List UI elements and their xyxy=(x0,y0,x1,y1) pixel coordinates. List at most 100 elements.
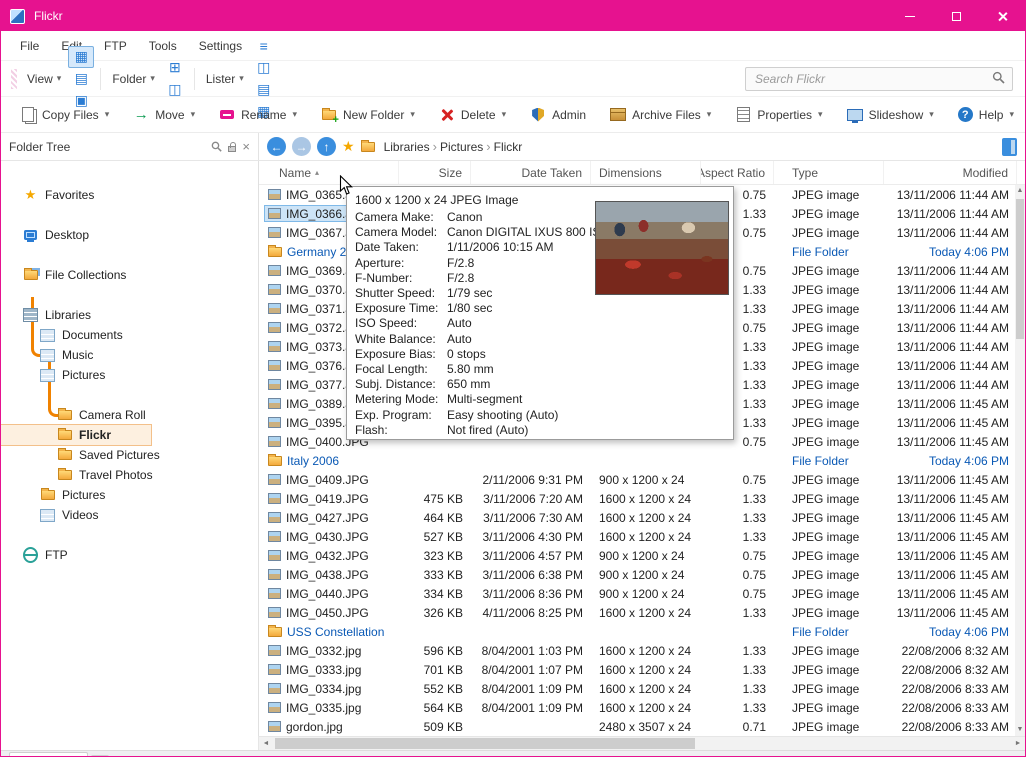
horizontal-scroll-thumb[interactable] xyxy=(275,738,695,749)
tree-item-desktop[interactable]: Desktop xyxy=(1,225,258,245)
column-header-aspect-ratio[interactable]: Aspect Ratio xyxy=(701,161,774,184)
file-name-cell[interactable]: IMG_0430.JPG xyxy=(259,527,399,546)
tree-item-file-collections[interactable]: File Collections xyxy=(1,265,258,285)
list-view-button[interactable]: ≡ xyxy=(251,35,277,57)
tree-item-flickr[interactable]: Flickr xyxy=(1,425,151,445)
breadcrumb-item-pictures[interactable]: Pictures xyxy=(437,138,486,156)
breadcrumb-item-libraries[interactable]: Libraries xyxy=(381,138,433,156)
vertical-scrollbar[interactable]: ▲ ▼ xyxy=(1015,185,1025,736)
minimize-button[interactable] xyxy=(887,1,933,31)
file-row[interactable]: IMG_0430.JPG527 KB3/11/2006 4:30 PM1600 … xyxy=(259,527,1015,546)
toolbar-button-admin[interactable]: Admin xyxy=(523,103,593,127)
tree-lock-icon[interactable] xyxy=(228,142,236,152)
lister-menu-button[interactable]: Lister ▾ xyxy=(200,68,250,90)
tree-item-music[interactable]: Music xyxy=(1,345,258,365)
tree-item-pictures[interactable]: Pictures xyxy=(1,485,258,505)
tree-item-saved-pictures[interactable]: Saved Pictures xyxy=(1,445,258,465)
tab-flickr[interactable]: Flickr xyxy=(9,752,88,757)
file-name-cell[interactable]: IMG_0332.jpg xyxy=(259,641,399,660)
file-row[interactable]: IMG_0438.JPG333 KB3/11/2006 6:38 PM900 x… xyxy=(259,565,1015,584)
toolbar-button-new-folder[interactable]: New Folder▾ xyxy=(314,103,422,127)
toolbar-button-archive-files[interactable]: Archive Files▾ xyxy=(603,103,718,127)
toolbar-button-properties[interactable]: Properties▾ xyxy=(728,103,829,127)
file-name-cell[interactable]: IMG_0409.JPG xyxy=(259,470,399,489)
menu-item-settings[interactable]: Settings xyxy=(188,34,253,58)
file-name-cell[interactable]: IMG_0335.jpg xyxy=(259,698,399,717)
column-header-name[interactable]: Name▴ xyxy=(259,161,399,184)
file-name-cell[interactable]: IMG_0333.jpg xyxy=(259,660,399,679)
file-row[interactable]: IMG_0333.jpg701 KB8/04/2001 1:07 PM1600 … xyxy=(259,660,1015,679)
file-name-cell[interactable]: IMG_0334.jpg xyxy=(259,679,399,698)
file-name-cell[interactable]: IMG_0427.JPG xyxy=(259,508,399,527)
toolbar-button-delete[interactable]: Delete▾ xyxy=(432,103,513,127)
scroll-down-arrow[interactable]: ▼ xyxy=(1015,724,1025,736)
forward-button[interactable]: → xyxy=(292,137,311,156)
file-row[interactable]: IMG_0334.jpg552 KB8/04/2001 1:09 PM1600 … xyxy=(259,679,1015,698)
folder-menu-button[interactable]: Folder ▾ xyxy=(106,68,161,90)
tree-item-travel-photos[interactable]: Travel Photos xyxy=(1,465,258,485)
details-view-button[interactable]: ▤ xyxy=(251,79,277,101)
file-row[interactable]: IMG_0409.JPG2/11/2006 9:31 PM900 x 1200 … xyxy=(259,470,1015,489)
thumbnails-button[interactable]: ▦ xyxy=(68,46,94,68)
file-name-cell[interactable]: IMG_0440.JPG xyxy=(259,584,399,603)
tree-item-videos[interactable]: Videos xyxy=(1,505,258,525)
new-folder-tab-button[interactable]: ⊞ xyxy=(162,57,188,79)
file-row[interactable]: IMG_0332.jpg596 KB8/04/2001 1:03 PM1600 … xyxy=(259,641,1015,660)
file-row[interactable]: IMG_0440.JPG334 KB3/11/2006 8:36 PM900 x… xyxy=(259,584,1015,603)
maximize-button[interactable] xyxy=(933,1,979,31)
file-name-cell[interactable]: IMG_0419.JPG xyxy=(259,489,399,508)
file-name-cell[interactable]: Italy 2006 xyxy=(259,451,399,470)
folder-row[interactable]: USS ConstellationFile FolderToday 4:06 P… xyxy=(259,622,1015,641)
file-name-cell[interactable]: USS Constellation xyxy=(259,622,399,641)
toolbar-button-move[interactable]: →Move▾ xyxy=(126,103,202,127)
view-menu-button[interactable]: View ▾ xyxy=(21,68,67,90)
breadcrumb-item-flickr[interactable]: Flickr xyxy=(491,138,526,156)
tree-item-pictures[interactable]: Pictures xyxy=(1,365,258,385)
menu-item-file[interactable]: File xyxy=(9,34,50,58)
tree-item-libraries[interactable]: Libraries xyxy=(1,305,258,325)
folder-row[interactable]: Italy 2006File FolderToday 4:06 PM xyxy=(259,451,1015,470)
up-button[interactable]: ↑ xyxy=(317,137,336,156)
column-header-date-taken[interactable]: Date Taken xyxy=(471,161,591,184)
column-header-type[interactable]: Type xyxy=(774,161,884,184)
tree-search-icon[interactable] xyxy=(211,141,222,152)
search-input[interactable] xyxy=(753,71,992,87)
menu-item-tools[interactable]: Tools xyxy=(138,34,188,58)
file-name-cell[interactable]: gordon.jpg xyxy=(259,717,399,736)
tree-item-documents[interactable]: Documents xyxy=(1,325,258,345)
toolbar-button-copy-files[interactable]: Copy Files▾ xyxy=(13,103,116,127)
dual-pane-button[interactable]: ◫ xyxy=(251,57,277,79)
file-name-cell[interactable]: IMG_0432.JPG xyxy=(259,546,399,565)
column-header-size[interactable]: Size xyxy=(399,161,471,184)
scroll-left-arrow[interactable]: ◄ xyxy=(259,737,273,750)
dual-display-button[interactable]: ◫ xyxy=(162,79,188,101)
tree-item-camera-roll[interactable]: Camera Roll xyxy=(1,405,258,425)
file-row[interactable]: IMG_0427.JPG464 KB3/11/2006 7:30 AM1600 … xyxy=(259,508,1015,527)
file-row[interactable]: IMG_0432.JPG323 KB3/11/2006 4:57 PM900 x… xyxy=(259,546,1015,565)
scroll-up-arrow[interactable]: ▲ xyxy=(1015,185,1025,197)
details-button[interactable]: ▤ xyxy=(68,68,94,90)
menu-item-ftp[interactable]: FTP xyxy=(93,34,138,58)
favorite-star-icon[interactable]: ★ xyxy=(342,138,355,155)
tree-close-icon[interactable]: × xyxy=(242,139,250,154)
tree-item-ftp[interactable]: FTP xyxy=(1,545,258,565)
scroll-right-arrow[interactable]: ► xyxy=(1011,737,1025,750)
dual-display-toggle-icon[interactable] xyxy=(1002,138,1017,156)
toolbar-button-slideshow[interactable]: Slideshow▾ xyxy=(840,103,941,127)
close-button[interactable] xyxy=(979,1,1025,31)
toolbar-button-help[interactable]: ?Help▾ xyxy=(951,103,1021,126)
back-button[interactable]: ← xyxy=(267,137,286,156)
file-name-cell[interactable]: IMG_0450.JPG xyxy=(259,603,399,622)
vertical-scroll-thumb[interactable] xyxy=(1016,199,1024,339)
search-box[interactable] xyxy=(745,67,1013,91)
toolbar-button-rename[interactable]: Rename▾ xyxy=(212,103,304,127)
column-header-modified[interactable]: Modified xyxy=(884,161,1017,184)
file-row[interactable]: IMG_0419.JPG475 KB3/11/2006 7:20 AM1600 … xyxy=(259,489,1015,508)
file-row[interactable]: gordon.jpg509 KB2480 x 3507 x 240.71JPEG… xyxy=(259,717,1015,736)
tree-item-favorites[interactable]: ★Favorites xyxy=(1,185,258,205)
file-row[interactable]: IMG_0450.JPG326 KB4/11/2006 8:25 PM1600 … xyxy=(259,603,1015,622)
file-name-cell[interactable]: IMG_0438.JPG xyxy=(259,565,399,584)
file-row[interactable]: IMG_0335.jpg564 KB8/04/2001 1:09 PM1600 … xyxy=(259,698,1015,717)
column-header-dimensions[interactable]: Dimensions xyxy=(591,161,701,184)
horizontal-scrollbar[interactable]: ◄ ► xyxy=(259,736,1025,750)
